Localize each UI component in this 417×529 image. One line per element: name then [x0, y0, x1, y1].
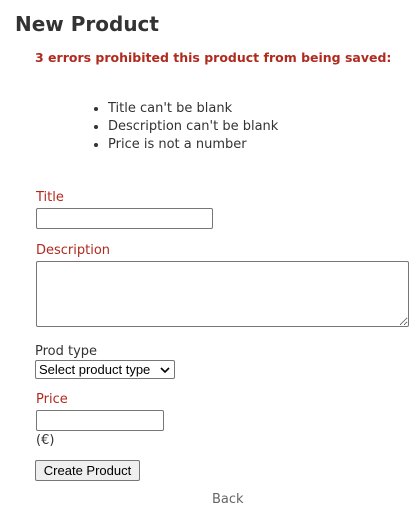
back-link[interactable]: Back [212, 492, 244, 508]
error-item: Description can't be blank [108, 118, 278, 136]
error-summary-heading: 3 errors prohibited this product from be… [35, 50, 392, 65]
price-unit: (€) [36, 433, 55, 448]
prod-type-selected-value: Select product type [39, 362, 151, 377]
description-label: Description [36, 243, 111, 258]
title-label: Title [36, 190, 64, 205]
price-label: Price [36, 392, 68, 407]
price-input[interactable] [36, 410, 164, 431]
error-item: Price is not a number [108, 136, 278, 154]
prod-type-label: Prod type [35, 344, 98, 359]
prod-type-select[interactable]: Select product type [35, 360, 175, 379]
chevron-down-icon [160, 366, 170, 373]
description-textarea[interactable] [36, 261, 409, 327]
page-title: New Product [15, 12, 159, 36]
error-list: Title can't be blank Description can't b… [89, 100, 278, 154]
title-input[interactable] [36, 208, 213, 229]
error-item: Title can't be blank [108, 100, 278, 118]
create-product-button[interactable]: Create Product [35, 460, 140, 481]
